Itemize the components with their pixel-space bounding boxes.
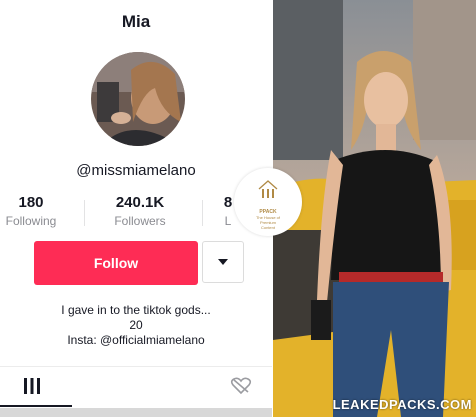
liked-heart-icon: [230, 377, 252, 395]
grid-icon: [24, 378, 40, 394]
caret-down-icon: [218, 259, 228, 265]
video-grid-preview: [0, 408, 272, 417]
tab-videos[interactable]: [22, 377, 42, 400]
followers-label: Followers: [114, 214, 166, 228]
following-count: 180: [18, 194, 44, 211]
avatar-photo: [91, 52, 185, 146]
profile-panel: Mia @missmiamelano 180 Following 240.1K …: [0, 0, 272, 417]
bio-line: Insta: @officialmiamelano: [67, 333, 205, 347]
follow-button[interactable]: Follow: [34, 241, 198, 285]
stat-following[interactable]: 180 Following: [0, 194, 62, 228]
profile-tabs: [0, 366, 272, 407]
avatar[interactable]: [91, 52, 185, 146]
bio-line: I gave in to the tiktok gods...: [61, 303, 211, 317]
woman-taxi-photo: [273, 0, 476, 417]
profile-title: Mia: [121, 12, 151, 31]
profile-handle: @missmiamelano: [76, 162, 196, 179]
more-dropdown-button[interactable]: [202, 241, 244, 283]
stat-divider: [84, 200, 85, 226]
followers-count: 240.1K: [115, 194, 165, 211]
house-logo-icon: [258, 180, 278, 198]
ppack-logo-badge: PPACK The House of Premium Content: [234, 168, 302, 236]
following-label: Following: [5, 214, 57, 228]
badge-tagline: Content: [260, 225, 275, 230]
stat-followers[interactable]: 240.1K Followers: [96, 194, 184, 228]
active-tab-indicator: [0, 405, 72, 407]
bio-line: 20: [129, 318, 143, 332]
tab-liked[interactable]: [230, 377, 252, 400]
bio: I gave in to the tiktok gods... 20 Insta…: [0, 303, 272, 348]
watermark-text: LEAKEDPACKS.COM: [332, 397, 472, 412]
promo-photo: [273, 0, 476, 417]
stat-divider: [202, 200, 203, 226]
